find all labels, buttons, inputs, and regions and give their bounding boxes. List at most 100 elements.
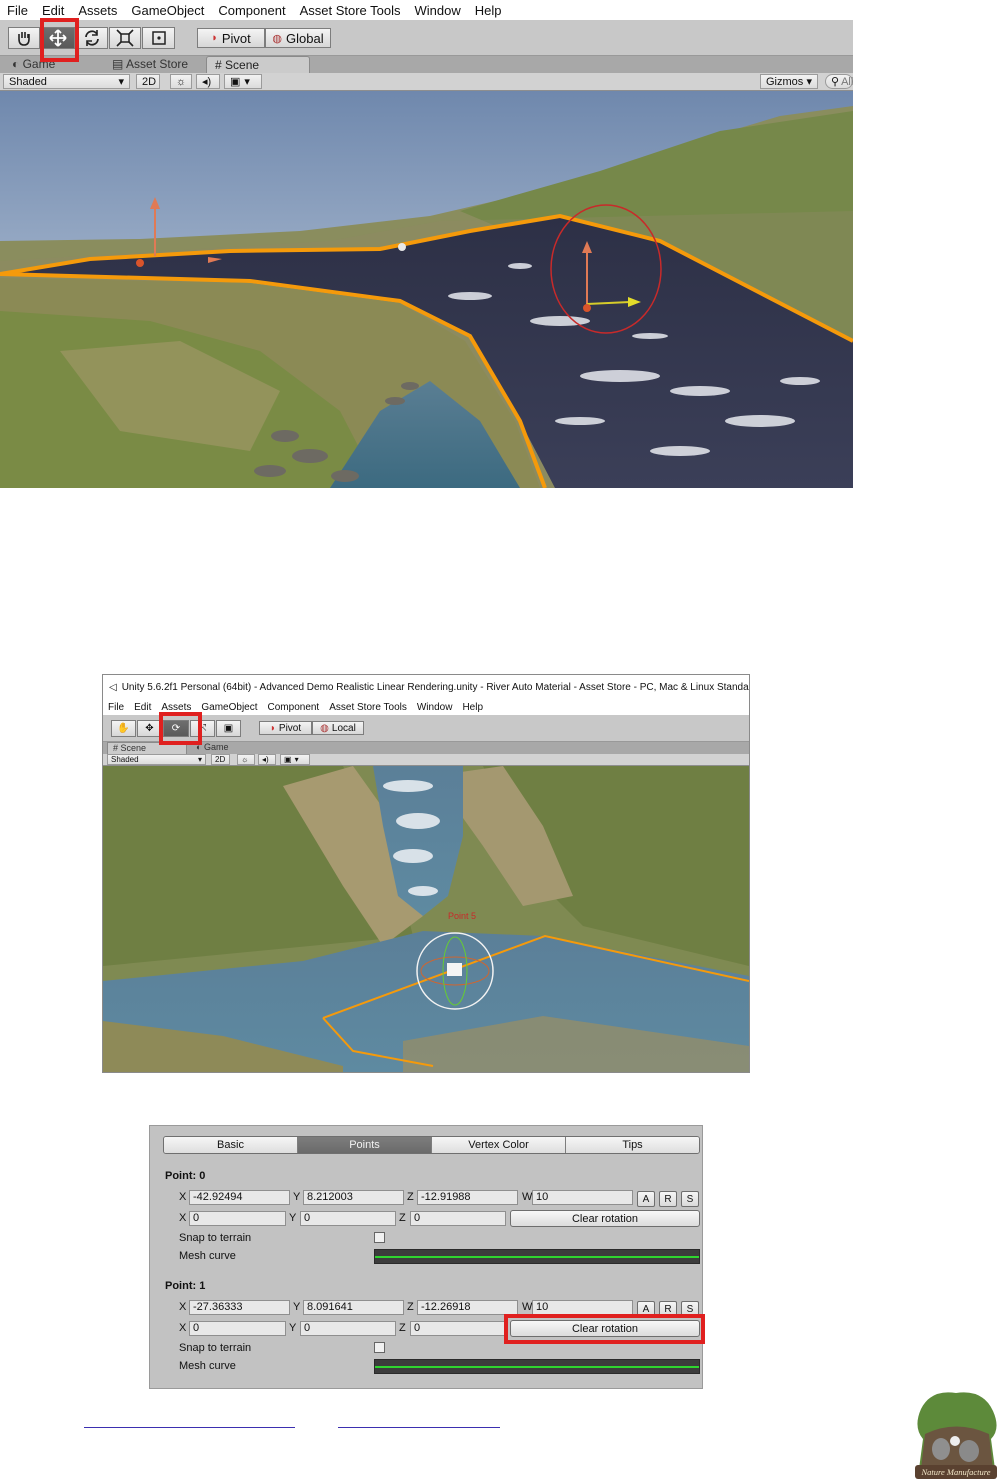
- unity-editor-move-tool: File Edit Assets GameObject Component As…: [0, 0, 853, 488]
- sun-icon: ☼: [241, 755, 249, 764]
- point-1-rot-x-field[interactable]: 0: [189, 1321, 286, 1336]
- 2d-toggle[interactable]: 2D: [136, 74, 160, 89]
- point-0-rot-y-field[interactable]: 0: [300, 1211, 396, 1226]
- tab-asset-store[interactable]: ▤ Asset Store: [104, 56, 196, 73]
- tab-points[interactable]: Points: [298, 1137, 432, 1153]
- rect-tool-icon: ▣: [223, 723, 234, 734]
- tab-tips[interactable]: Tips: [566, 1137, 699, 1153]
- lighting-toggle[interactable]: ☼: [237, 754, 255, 765]
- rot-z-label: Z: [399, 1322, 406, 1334]
- window-title-bar: ◁ Unity 5.6.2f1 Personal (64bit) - Advan…: [103, 675, 749, 699]
- point-0-title: Point: 0: [165, 1170, 206, 1182]
- sun-icon: ☼: [176, 75, 187, 88]
- footer-link-1[interactable]: [84, 1410, 295, 1428]
- dropdown-arrow-icon: ▾: [294, 755, 299, 764]
- menu-gameobject[interactable]: GameObject: [124, 3, 211, 18]
- pos-x-label: X: [179, 1301, 187, 1313]
- lighting-toggle[interactable]: ☼: [170, 74, 192, 89]
- audio-toggle[interactable]: ◂): [196, 74, 220, 89]
- menu-help[interactable]: Help: [457, 702, 488, 713]
- global-toggle[interactable]: ◍ Global: [265, 28, 331, 48]
- scene-options-bar: Shaded ▾ 2D ☼ ◂) ▣ ▾ Gizmos ▾ ⚲ All: [0, 73, 853, 91]
- tab-scene-label: Scene: [120, 743, 147, 753]
- rect-tool-button[interactable]: [142, 27, 175, 49]
- point-1-rot-y-field[interactable]: 0: [300, 1321, 396, 1336]
- dropdown-arrow-icon: ▾: [244, 76, 250, 88]
- rot-z-label: Z: [399, 1212, 406, 1224]
- tab-scene-label: Scene: [225, 58, 260, 72]
- hand-tool-button[interactable]: ✋: [111, 720, 136, 737]
- image-icon: ▣: [230, 76, 241, 88]
- rot-y-label: Y: [289, 1322, 297, 1334]
- point-0-snap-button[interactable]: S: [681, 1191, 699, 1207]
- menu-help[interactable]: Help: [468, 3, 509, 18]
- menu-window[interactable]: Window: [408, 3, 468, 18]
- menu-edit[interactable]: Edit: [129, 702, 156, 713]
- point-0-snap-checkbox[interactable]: [374, 1232, 385, 1243]
- pivot-toggle[interactable]: ◗ Pivot: [197, 28, 265, 48]
- rect-tool-button[interactable]: ▣: [216, 720, 241, 737]
- global-label: Global: [286, 30, 324, 46]
- point-1-pos-y-field[interactable]: 8.091641: [303, 1300, 404, 1315]
- footer-link-2[interactable]: [338, 1410, 500, 1428]
- scale-icon: [116, 29, 134, 47]
- point-0-mesh-curve-field[interactable]: [374, 1249, 700, 1264]
- effects-dropdown[interactable]: ▣ ▾: [224, 74, 262, 89]
- dropdown-arrow-icon: ▾: [118, 76, 124, 88]
- point-1-width-field[interactable]: 10: [532, 1300, 633, 1315]
- point-1-mesh-curve-field[interactable]: [374, 1359, 700, 1374]
- scene-view-viewport[interactable]: [0, 91, 853, 488]
- point-0-clear-rotation-button[interactable]: Clear rotation: [510, 1210, 700, 1227]
- shading-mode-dropdown[interactable]: Shaded ▾: [107, 754, 206, 765]
- clear-rotation-highlight: [504, 1314, 705, 1344]
- point-1-snap-checkbox[interactable]: [374, 1342, 385, 1353]
- effects-dropdown[interactable]: ▣ ▾: [280, 754, 310, 765]
- menu-assets[interactable]: Assets: [156, 702, 196, 713]
- window-title: Unity 5.6.2f1 Personal (64bit) - Advance…: [121, 681, 749, 693]
- audio-toggle[interactable]: ◂): [258, 754, 276, 765]
- menu-file[interactable]: File: [103, 702, 129, 713]
- menu-asset-store-tools[interactable]: Asset Store Tools: [324, 702, 412, 713]
- pivot-toggle[interactable]: ◗ Pivot: [259, 721, 312, 735]
- gizmos-dropdown[interactable]: Gizmos ▾: [760, 74, 818, 89]
- menu-window[interactable]: Window: [412, 702, 458, 713]
- point-0-pos-z-field[interactable]: -12.91988: [417, 1190, 518, 1205]
- scene-view-viewport[interactable]: Point 5: [103, 766, 749, 1072]
- shading-mode-value: Shaded: [111, 755, 139, 764]
- point-1-rot-z-field[interactable]: 0: [410, 1321, 506, 1336]
- tab-basic[interactable]: Basic: [164, 1137, 298, 1153]
- nature-manufacture-logo: Nature Manufacture: [911, 1389, 1001, 1484]
- scale-tool-button[interactable]: [109, 27, 141, 49]
- menu-file[interactable]: File: [0, 3, 35, 18]
- point-0-remove-button[interactable]: R: [659, 1191, 677, 1207]
- width-label: W: [522, 1191, 533, 1203]
- search-icon: ⚲: [831, 76, 840, 88]
- tab-vertex-color[interactable]: Vertex Color: [432, 1137, 566, 1153]
- menu-edit[interactable]: Edit: [35, 3, 71, 18]
- point-0-pos-y-field[interactable]: 8.212003: [303, 1190, 404, 1205]
- rotate-tool-button[interactable]: [76, 27, 108, 49]
- point-0-add-button[interactable]: A: [637, 1191, 655, 1207]
- point-0-rot-z-field[interactable]: 0: [410, 1211, 506, 1226]
- point-0-pos-x-field[interactable]: -42.92494: [189, 1190, 290, 1205]
- river-inspector-panel: Basic Points Vertex Color Tips Point: 0 …: [149, 1125, 705, 1389]
- dropdown-arrow-icon: ▾: [806, 76, 812, 88]
- rotate-tool-highlight: [159, 712, 202, 745]
- menu-component[interactable]: Component: [211, 3, 292, 18]
- point-0-width-field[interactable]: 10: [532, 1190, 633, 1205]
- point-1-pos-x-field[interactable]: -27.36333: [189, 1300, 290, 1315]
- tab-scene[interactable]: # Scene: [206, 56, 310, 73]
- point-0-rot-x-field[interactable]: 0: [189, 1211, 286, 1226]
- shading-mode-dropdown[interactable]: Shaded ▾: [3, 74, 130, 89]
- pivot-icon: ◗: [269, 722, 276, 734]
- snap-to-terrain-label: Snap to terrain: [179, 1342, 252, 1354]
- point-1-pos-z-field[interactable]: -12.26918: [417, 1300, 518, 1315]
- hand-tool-button[interactable]: [8, 27, 40, 49]
- menu-gameobject[interactable]: GameObject: [196, 702, 262, 713]
- menu-asset-store-tools[interactable]: Asset Store Tools: [293, 3, 408, 18]
- local-toggle[interactable]: ◍ Local: [312, 721, 364, 735]
- menu-component[interactable]: Component: [263, 702, 325, 713]
- menu-assets[interactable]: Assets: [71, 3, 124, 18]
- scene-search-input[interactable]: ⚲ All: [825, 74, 853, 89]
- 2d-toggle[interactable]: 2D: [211, 754, 230, 765]
